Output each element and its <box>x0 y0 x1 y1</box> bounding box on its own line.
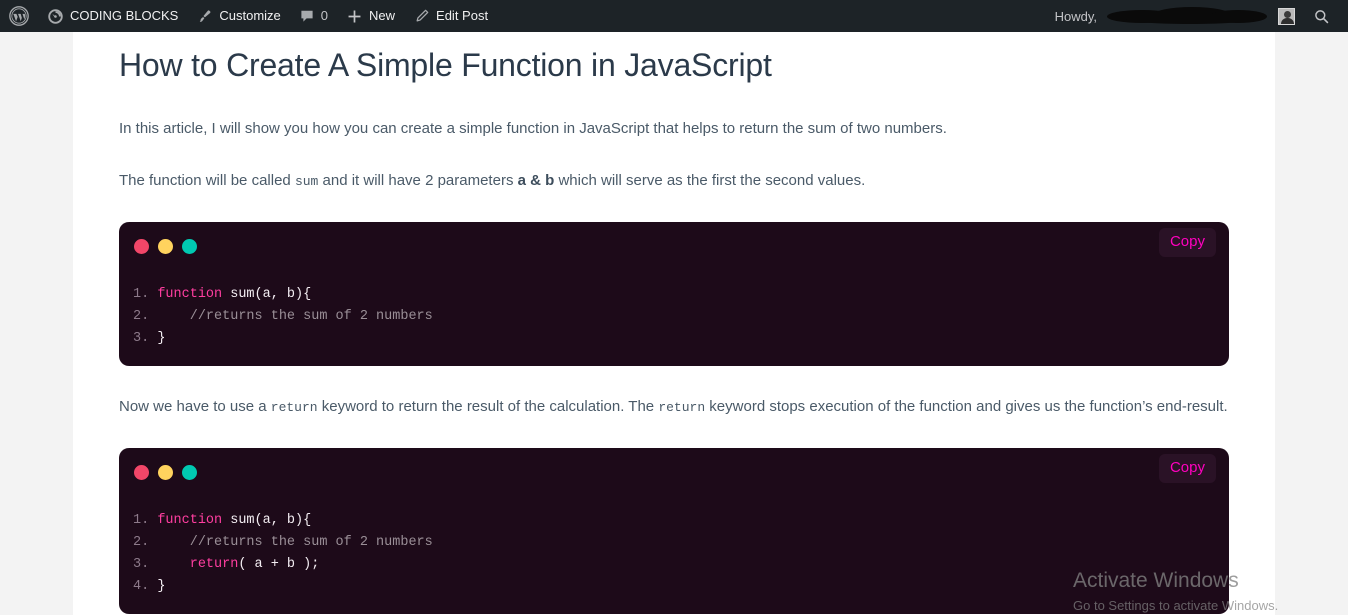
code-block-2-header: Copy <box>119 448 1229 496</box>
code-line-number: 1. <box>133 513 158 528</box>
code-token-cmt: //returns the sum of 2 numbers <box>157 535 433 550</box>
customize-label: Customize <box>219 8 281 23</box>
traffic-light-teal-icon <box>182 464 197 480</box>
code-line-number: 4. <box>133 579 158 594</box>
traffic-light-red-icon <box>134 464 149 480</box>
code-block-2: Copy 1. function sum(a, b){ 2. //returns… <box>119 448 1229 614</box>
paragraph-function-description: The function will be called sum and it w… <box>119 169 1229 194</box>
paintbrush-icon <box>196 8 213 25</box>
code-block-1-content: 1. function sum(a, b){ 2. //returns the … <box>119 270 1229 350</box>
username-redacted <box>1105 6 1270 26</box>
code-token-txt: sum(a, b){ <box>222 287 312 302</box>
adminbar-item-comments[interactable]: 0 <box>290 0 337 32</box>
paragraph-return-description: Now we have to use a return keyword to r… <box>119 395 1229 420</box>
inline-code-return-2: return <box>658 400 706 415</box>
paragraph-2-text-3: which will serve as the first the second… <box>554 172 866 189</box>
code-token-kw: function <box>157 287 223 302</box>
paragraph-3-text-3: keyword stops execution of the function … <box>705 398 1228 415</box>
code-line-number: 3. <box>133 557 158 572</box>
adminbar-item-customize[interactable]: Customize <box>187 0 289 32</box>
new-label: New <box>369 8 396 23</box>
code-line-number: 1. <box>133 287 158 302</box>
page-title: How to Create A Simple Function in JavaS… <box>119 47 772 83</box>
search-icon <box>1313 8 1330 25</box>
code-block-2-content: 1. function sum(a, b){ 2. //returns the … <box>119 496 1229 598</box>
post-content-area: How to Create A Simple Function in JavaS… <box>73 32 1275 615</box>
adminbar-item-edit-post[interactable]: Edit Post <box>404 0 497 32</box>
user-avatar-icon <box>1278 7 1295 25</box>
adminbar-right-group: Howdy, <box>1045 0 1348 32</box>
code-line-number: 3. <box>133 331 158 346</box>
adminbar-item-my-account[interactable]: Howdy, <box>1045 0 1303 32</box>
dashboard-gauge-icon <box>47 8 64 25</box>
copy-button-1[interactable]: Copy <box>1158 228 1216 257</box>
traffic-light-yellow-icon <box>158 464 173 480</box>
code-token-txt: } <box>157 579 166 594</box>
site-name-label: CODING BLOCKS <box>70 8 179 23</box>
howdy-label: Howdy, <box>1054 8 1097 24</box>
window-traffic-lights <box>133 464 197 480</box>
adminbar-item-new[interactable]: New <box>337 0 404 32</box>
page-background: How to Create A Simple Function in JavaS… <box>0 32 1348 615</box>
code-token-txt: sum(a, b){ <box>222 513 312 528</box>
paragraph-2-text-2: and it will have 2 parameters <box>318 172 518 189</box>
traffic-light-teal-icon <box>182 238 197 254</box>
traffic-light-red-icon <box>134 238 149 254</box>
copy-button-2[interactable]: Copy <box>1158 454 1216 483</box>
paragraph-3-text-2: keyword to return the result of the calc… <box>317 398 659 415</box>
inline-code-sum: sum <box>294 174 319 189</box>
paragraph-2-text-1: The function will be called <box>119 172 295 189</box>
code-token-kw: return <box>189 557 239 572</box>
wp-admin-bar: CODING BLOCKS Customize 0 New Edit Post … <box>0 0 1348 32</box>
inline-code-return-1: return <box>270 400 318 415</box>
wordpress-logo-icon <box>9 6 29 26</box>
paragraph-3-text-1: Now we have to use a <box>119 398 271 415</box>
pencil-icon <box>413 8 430 25</box>
comment-bubble-icon <box>299 8 315 24</box>
wp-logo-menu[interactable] <box>0 0 38 32</box>
inline-bold-params: a & b <box>517 172 555 189</box>
code-token-cmt: //returns the sum of 2 numbers <box>157 309 433 324</box>
plus-icon <box>346 8 363 25</box>
comments-count: 0 <box>320 8 329 23</box>
code-block-1-header: Copy <box>119 222 1229 270</box>
code-token-kw: function <box>157 513 223 528</box>
code-token-txt: ( a + b ); <box>238 557 320 572</box>
adminbar-search-button[interactable] <box>1303 0 1342 32</box>
adminbar-item-site-name[interactable]: CODING BLOCKS <box>38 0 187 32</box>
code-token-txt: } <box>157 331 166 346</box>
edit-post-label: Edit Post <box>436 8 489 23</box>
traffic-light-yellow-icon <box>158 238 173 254</box>
code-block-1: Copy 1. function sum(a, b){ 2. //returns… <box>119 222 1229 366</box>
code-line-number: 2. <box>133 309 158 324</box>
paragraph-intro: In this article, I will show you how you… <box>119 120 947 137</box>
code-line-number: 2. <box>133 535 158 550</box>
window-traffic-lights <box>133 238 197 254</box>
